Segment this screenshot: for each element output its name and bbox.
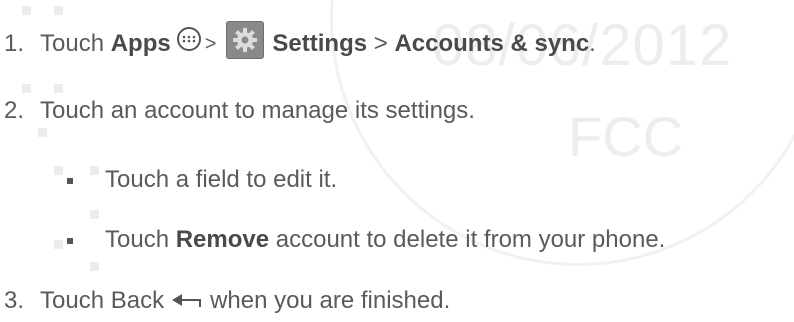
step-1-period: . (589, 30, 596, 57)
watermark-dot (54, 6, 63, 15)
apps-label: Apps (110, 30, 171, 57)
step-2-text: Touch an account to manage its settings. (40, 97, 475, 124)
step-1-touch: Touch (40, 30, 105, 57)
watermark-dot (38, 128, 47, 137)
settings-label: Settings (272, 30, 368, 57)
back-arrow-icon (172, 287, 204, 315)
watermark-dot (90, 262, 99, 271)
accounts-sync-label: Accounts & sync (394, 30, 590, 57)
apps-grid-icon (176, 27, 201, 51)
step-2-number: 2. (4, 97, 25, 124)
watermark-dot (54, 240, 63, 249)
step-3-post: when you are finished. (210, 287, 451, 314)
step-1-number: 1. (4, 30, 25, 57)
step-3-pre: Touch Back (40, 287, 165, 314)
watermark-dot (90, 210, 99, 219)
settings-gear-icon (226, 21, 265, 59)
watermark-dot (54, 84, 63, 93)
bullet-marker (67, 178, 73, 184)
sub-step-2-pre: Touch (105, 226, 170, 253)
sub-step-2: Touch Remove account to delete it from y… (105, 226, 665, 254)
bullet-marker (67, 238, 73, 244)
watermark-dot (22, 84, 31, 93)
remove-label: Remove (175, 226, 270, 253)
watermark-fcc: FCC (568, 105, 684, 168)
sub-step-2-post: account to delete it from your phone. (275, 226, 666, 253)
step-3: Touch Back when you are finished. (40, 287, 450, 315)
step-3-number: 3. (4, 287, 25, 314)
separator-1: > (204, 32, 217, 55)
watermark-dot (22, 6, 31, 15)
sub-step-1-text: Touch a field to edit it. (105, 166, 338, 193)
watermark-dot (54, 166, 63, 175)
step-1: Touch Apps > Settings > Accounts & sync. (40, 21, 596, 66)
watermark-dot (90, 166, 99, 175)
separator-2: > (373, 30, 388, 57)
